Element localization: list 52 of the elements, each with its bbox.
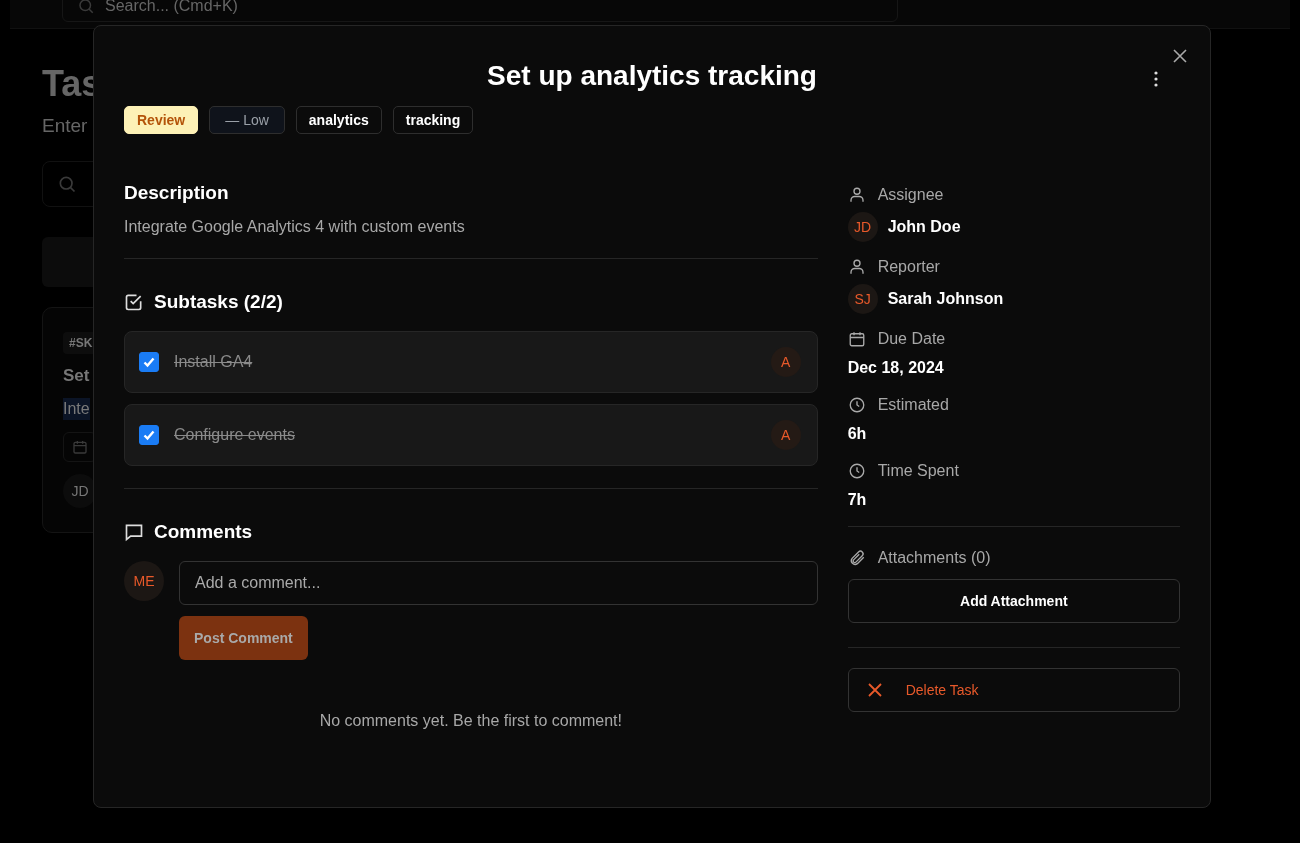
empty-message: No comments yet. Be the first to comment! [318,712,623,730]
search-field[interactable]: Search... (Cmd+K) [105,0,405,15]
field-value: Dec 18, 2024 [847,359,944,377]
calendar-icon [847,330,866,348]
label-tag: analytics [295,106,382,134]
add-attachment-button[interactable]: Add Attachment [847,579,1180,623]
avatar: A [770,347,801,377]
task-title: Set [63,366,90,386]
user-icon [847,186,866,204]
status-badge: Review [124,106,199,134]
subtask-title: Configure events [174,426,296,444]
avatar: SJ [847,284,878,314]
check-icon [142,428,156,442]
x-icon [867,683,882,697]
field-value: Sarah Johnson [887,290,1004,308]
field-label: Assignee [877,186,944,204]
checkbox[interactable] [139,352,159,372]
attachments-label: Attachments (0) [877,549,991,567]
delete-task-button[interactable]: Delete Task [847,668,1180,712]
user-icon [847,258,866,276]
close-icon[interactable] [1173,49,1187,63]
check-icon [142,355,156,369]
field-label: Due Date [877,330,946,348]
calendar-icon [72,439,88,455]
clock-icon [847,462,866,480]
priority-badge: — Low [209,106,285,134]
avatar: A [770,420,801,450]
dialog-title: Set up analytics tracking [486,59,818,93]
field-label: Reporter [877,258,940,276]
field-value: 6h [847,425,867,443]
checkbox[interactable] [139,425,159,445]
search-icon [77,0,95,15]
search-icon [57,174,77,194]
subtask-title: Install GA4 [174,353,254,371]
field-label: Estimated [877,396,949,414]
section-heading: Comments [154,520,253,544]
avatar: ME [124,561,164,601]
checkbox-icon [124,292,144,312]
section-heading: Description [124,181,230,205]
field-value: John Doe [887,218,961,236]
task-description: Inte [63,398,90,420]
field-value: 7h [847,491,867,509]
more-icon[interactable] [1154,71,1158,87]
description-text: Integrate Google Analytics 4 with custom events [124,218,466,236]
section-heading: Subtasks (2/2) [154,290,283,314]
comment-field[interactable]: Add a comment... [179,561,818,605]
field-label: Time Spent [877,462,959,480]
comment-icon [124,522,144,542]
clock-icon [847,396,866,414]
page-subtitle: Enter [42,115,88,137]
avatar: JD [847,212,878,242]
label-tag: tracking [392,106,474,134]
